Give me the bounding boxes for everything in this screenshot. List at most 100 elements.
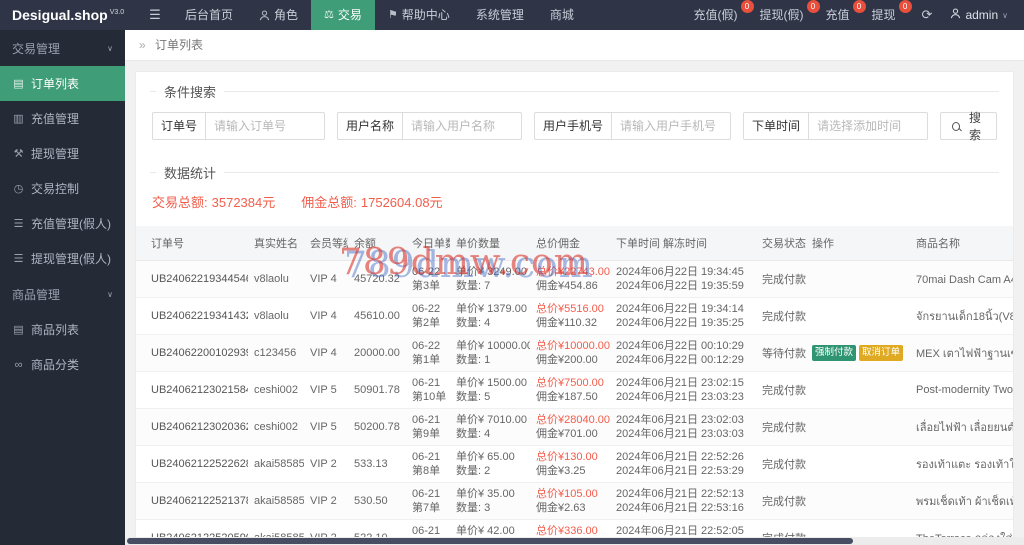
- link-icon: ∞: [14, 358, 23, 371]
- column-header: 下单时间 解冻时间: [610, 226, 756, 261]
- sidebar-group-trade[interactable]: 交易管理 ∨: [0, 30, 125, 66]
- cell-actions: [806, 482, 910, 520]
- person-icon: [950, 8, 961, 22]
- main-content: » 订单列表 条件搜索 订单号 用户名称 用户手机号 下单时: [125, 30, 1024, 545]
- sidebar-item-recharge-fake[interactable]: ☰ 充值管理(假人): [0, 206, 125, 241]
- cell-today-orders: 06-21 第8单: [406, 445, 450, 483]
- cell-unit-qty: 单价¥ 35.00 数量: 3: [450, 482, 530, 520]
- list-icon: ☰: [13, 218, 24, 230]
- cell-times: 2024年06月22日 19:34:45 2024年06月22日 19:35:59: [610, 260, 756, 298]
- cell-unit-qty: 单价¥ 1379.00 数量: 4: [450, 297, 530, 335]
- cell-actions: 强制付款 取消订单: [806, 334, 910, 372]
- cell-vip-level: VIP 4: [304, 334, 348, 372]
- cell-today-orders: 06-22 第1单: [406, 334, 450, 372]
- cell-order-id: UB2406221934454633: [136, 260, 248, 298]
- sidebar-item-withdraw[interactable]: ⚒ 提现管理: [0, 136, 125, 171]
- cell-total-commission: 总价¥28040.00 佣金¥701.00: [530, 408, 610, 446]
- cell-total-commission: 总价¥5516.00 佣金¥110.32: [530, 297, 610, 335]
- cell-real-name: akai585858: [248, 445, 304, 483]
- force-pay-button[interactable]: 强制付款: [812, 345, 857, 361]
- nav-item-dashboard[interactable]: 后台首页: [172, 0, 246, 30]
- order-list-card: 条件搜索 订单号 用户名称 用户手机号 下单时间: [135, 71, 1014, 544]
- search-button[interactable]: 搜索: [940, 111, 997, 142]
- horizontal-scrollbar[interactable]: [125, 537, 1024, 545]
- quick-recharge-fake[interactable]: 充值(假) 0: [686, 0, 754, 30]
- column-header: 今日单数: [406, 226, 450, 261]
- total-commission-stat: 佣金总额: 1752604.08元: [301, 195, 443, 210]
- table-row: UB2406212252262859akai585858VIP 2533.130…: [136, 445, 1013, 483]
- badge-withdraw: 0: [898, 0, 912, 13]
- top-navbar: Desigual.shop V3.0 ☰ 后台首页 角色 ⚖ 交易 ⚑ 帮助中心 …: [0, 0, 1024, 30]
- order-time-input[interactable]: [809, 113, 928, 139]
- cell-product-name: 70mai Dash Cam A400 2K กล้องติดรถยนต์ คว: [910, 260, 1013, 298]
- sidebar-group-goods[interactable]: 商品管理 ∨: [0, 276, 125, 312]
- cell-total-commission: 总价¥10000.00 佣金¥200.00: [530, 334, 610, 372]
- nav-item-roles[interactable]: 角色: [246, 0, 311, 30]
- sidebar-item-order-list[interactable]: ▤ 订单列表: [0, 66, 125, 101]
- topbar-right: 充值(假) 0 提现(假) 0 充值 0 提现 0 ⟳ admin ∨: [686, 0, 1024, 30]
- order-no-input[interactable]: [206, 113, 325, 139]
- cell-product-name: รองเท้าแตะ รองเท้าใส่ในบ้าน รองเท้านวด ร…: [910, 445, 1013, 483]
- order-time-group: 下单时间: [743, 112, 929, 140]
- cell-status: 完成付款: [756, 260, 806, 298]
- cell-vip-level: VIP 2: [304, 482, 348, 520]
- cell-real-name: c123456: [248, 334, 304, 372]
- nav-item-mall[interactable]: 商城: [537, 0, 587, 30]
- cell-status: 完成付款: [756, 408, 806, 446]
- cell-real-name: v8laolu: [248, 297, 304, 335]
- phone-input[interactable]: [612, 113, 731, 139]
- table-row: UB2406221934143236v8laoluVIP 445610.0006…: [136, 297, 1013, 335]
- admin-menu[interactable]: admin ∨: [944, 8, 1014, 22]
- cell-order-id: UB2406212302158445: [136, 371, 248, 409]
- order-list-icon: ▤: [13, 78, 24, 90]
- stats-fieldset: 数据统计 交易总额: 3572384元 佣金总额: 1752604.08元: [150, 163, 999, 224]
- cell-order-id: UB2406212252137898: [136, 482, 248, 520]
- cell-today-orders: 06-21 第9单: [406, 408, 450, 446]
- column-header: 真实姓名: [248, 226, 304, 261]
- cell-product-name: Post-modernity Two Drawer Mirror Nightst…: [910, 371, 1013, 409]
- column-header: 会员等级: [304, 226, 348, 261]
- cell-times: 2024年06月21日 22:52:26 2024年06月21日 22:53:29: [610, 445, 756, 483]
- nav-item-system[interactable]: 系统管理: [463, 0, 537, 30]
- cell-times: 2024年06月21日 23:02:15 2024年06月21日 23:03:23: [610, 371, 756, 409]
- cell-today-orders: 06-22 第3单: [406, 260, 450, 298]
- list-icon: ☰: [13, 253, 24, 265]
- control-icon: ◷: [13, 183, 24, 195]
- sidebar-item-trade-control[interactable]: ◷ 交易控制: [0, 171, 125, 206]
- cell-product-name: MEX เตาไฟฟ้าฐานเซรามิก 4 หัวเตา รุ่น HVC…: [910, 334, 1013, 372]
- nav-item-trade[interactable]: ⚖ 交易: [311, 0, 375, 30]
- scrollbar-thumb[interactable]: [127, 538, 853, 544]
- cell-actions: [806, 445, 910, 483]
- cell-order-id: UB2406221934143236: [136, 297, 248, 335]
- sidebar-item-goods-list[interactable]: ▤ 商品列表: [0, 312, 125, 347]
- username-label: 用户名称: [338, 113, 404, 139]
- stats-legend: 数据统计: [164, 166, 217, 181]
- chevron-down-icon: ∨: [107, 290, 113, 299]
- column-header: 单价数量: [450, 226, 530, 261]
- sidebar-item-withdraw-fake[interactable]: ☰ 提现管理(假人): [0, 241, 125, 276]
- orders-table-wrap: 订单号真实姓名会员等级余额今日单数单价数量总价佣金下单时间 解冻时间交易状态操作…: [136, 226, 1013, 543]
- cell-real-name: ceshi002: [248, 408, 304, 446]
- refresh-icon[interactable]: ⟳: [910, 7, 945, 23]
- cell-today-orders: 06-22 第2单: [406, 297, 450, 335]
- withdraw-icon: ⚒: [13, 148, 24, 160]
- cell-times: 2024年06月22日 00:10:29 2024年06月22日 00:12:29: [610, 334, 756, 372]
- cell-unit-qty: 单价¥ 7010.00 数量: 4: [450, 408, 530, 446]
- nav-item-help-center[interactable]: ⚑ 帮助中心: [375, 0, 463, 30]
- column-header: 操作: [806, 226, 910, 261]
- sidebar-item-goods-category[interactable]: ∞ 商品分类: [0, 347, 125, 382]
- quick-recharge[interactable]: 充值 0: [818, 0, 866, 30]
- phone-group: 用户手机号: [534, 112, 732, 140]
- column-header: 总价佣金: [530, 226, 610, 261]
- cancel-order-button[interactable]: 取消订单: [859, 345, 904, 361]
- quick-withdraw[interactable]: 提现 0: [864, 0, 912, 30]
- total-trade-stat: 交易总额: 3572384元: [152, 195, 276, 210]
- table-row: UB2406212302036210ceshi002VIP 550200.780…: [136, 408, 1013, 446]
- cart-icon: ▤: [13, 324, 24, 336]
- column-header: 余额: [348, 226, 406, 261]
- quick-withdraw-fake[interactable]: 提现(假) 0: [752, 0, 820, 30]
- sidebar-item-recharge[interactable]: ▥ 充值管理: [0, 101, 125, 136]
- hamburger-icon[interactable]: ☰: [138, 7, 172, 23]
- column-header: 交易状态: [756, 226, 806, 261]
- username-input[interactable]: [403, 113, 522, 139]
